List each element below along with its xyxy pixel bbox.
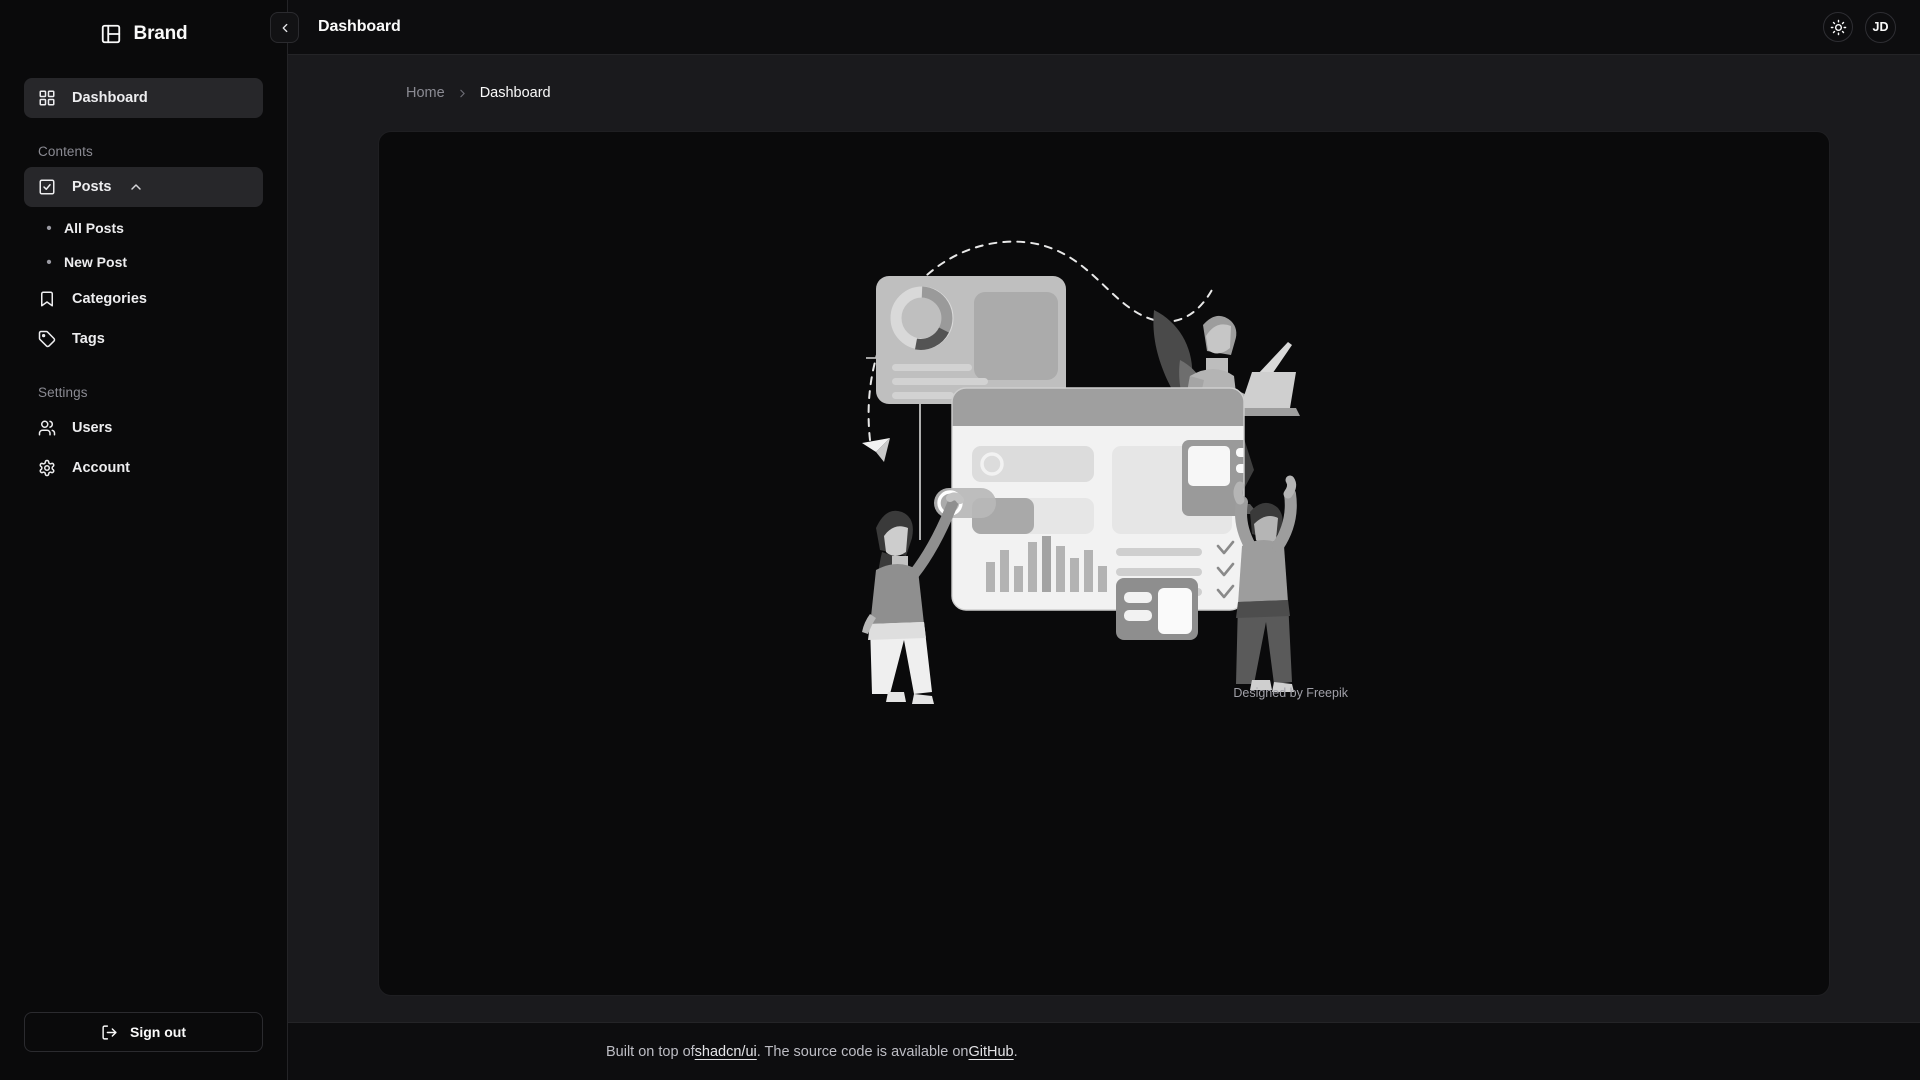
brand-name: Brand <box>133 23 188 44</box>
breadcrumb: Home Dashboard <box>378 55 1830 131</box>
sidebar-item-account[interactable]: Account <box>24 448 263 488</box>
app-root: Brand Dashboard Contents Posts • All Pos… <box>0 0 1920 1080</box>
footer-link-github[interactable]: GitHub <box>968 1044 1013 1060</box>
users-icon <box>38 419 56 437</box>
main-region: Dashboard JD Home Dashboard Designed by … <box>270 0 1920 1080</box>
sidebar-item-posts[interactable]: Posts <box>24 167 263 207</box>
sidebar-subitem-label: All Posts <box>64 220 124 236</box>
sidebar-item-categories[interactable]: Categories <box>24 279 263 319</box>
sidebar-subitem-label: New Post <box>64 254 128 270</box>
chevron-right-icon <box>456 87 469 100</box>
illustration-wrap: Designed by Freepik <box>854 210 1354 704</box>
tag-icon <box>38 330 56 348</box>
avatar[interactable]: JD <box>1865 11 1896 43</box>
footer-text-prefix: Built on top of <box>606 1043 695 1060</box>
sidebar-item-label: Users <box>72 420 113 436</box>
sidebar-item-label: Account <box>72 460 130 476</box>
dashboard-card: Designed by Freepik <box>378 131 1830 996</box>
sign-out-button[interactable]: Sign out <box>24 1012 263 1052</box>
sidebar: Brand Dashboard Contents Posts • All Pos… <box>0 0 288 1080</box>
bullet-dot-icon: • <box>46 219 52 237</box>
sidebar-collapse-button[interactable] <box>270 12 299 43</box>
sidebar-item-tags[interactable]: Tags <box>24 319 263 359</box>
chevron-up-icon[interactable] <box>128 179 144 195</box>
sidebar-item-label: Posts <box>72 179 112 195</box>
sidebar-group-label-settings: Settings <box>38 385 88 400</box>
sidebar-footer: Sign out <box>0 1012 287 1080</box>
footer-text-suffix: . <box>1013 1043 1018 1060</box>
sign-out-label: Sign out <box>130 1024 186 1040</box>
top-bar-actions: JD <box>1823 11 1896 43</box>
sidebar-item-users[interactable]: Users <box>24 408 263 448</box>
brand[interactable]: Brand <box>0 0 287 68</box>
avatar-initials: JD <box>1872 20 1889 34</box>
sidebar-item-label: Dashboard <box>72 90 148 106</box>
bullet-dot-icon: • <box>46 253 52 271</box>
sun-icon <box>1830 19 1847 36</box>
sidebar-group-label-contents: Contents <box>38 144 93 159</box>
square-check-icon <box>38 178 56 196</box>
top-bar: Dashboard JD <box>270 0 1920 55</box>
sidebar-item-label: Tags <box>72 331 105 347</box>
panel-layout-icon <box>100 23 122 45</box>
footer-text-middle: . The source code is available on <box>756 1043 969 1060</box>
illustration-credit: Designed by Freepik <box>1233 686 1348 700</box>
dashboard-illustration <box>862 240 1300 704</box>
breadcrumb-item-home[interactable]: Home <box>406 85 445 101</box>
footer: Built on top of shadcn/ui . The source c… <box>288 1022 1920 1080</box>
breadcrumb-item-current: Dashboard <box>479 85 551 101</box>
theme-toggle-button[interactable] <box>1823 12 1853 42</box>
log-out-icon <box>101 1024 118 1041</box>
gear-icon <box>38 459 56 477</box>
sidebar-item-dashboard[interactable]: Dashboard <box>24 78 263 118</box>
sidebar-nav: Dashboard Contents Posts • All Posts • N… <box>0 68 287 1012</box>
sidebar-subitem-new-post[interactable]: • New Post <box>24 245 263 279</box>
chevron-left-icon <box>278 21 292 35</box>
bookmark-icon <box>38 290 56 308</box>
sidebar-item-label: Categories <box>72 291 147 307</box>
page-title: Dashboard <box>318 18 401 35</box>
sidebar-subitem-all-posts[interactable]: • All Posts <box>24 211 263 245</box>
footer-link-shadcn[interactable]: shadcn/ui <box>695 1044 757 1060</box>
grid-icon <box>38 89 56 107</box>
content-area: Home Dashboard Designed by Freepik <box>288 55 1920 1022</box>
